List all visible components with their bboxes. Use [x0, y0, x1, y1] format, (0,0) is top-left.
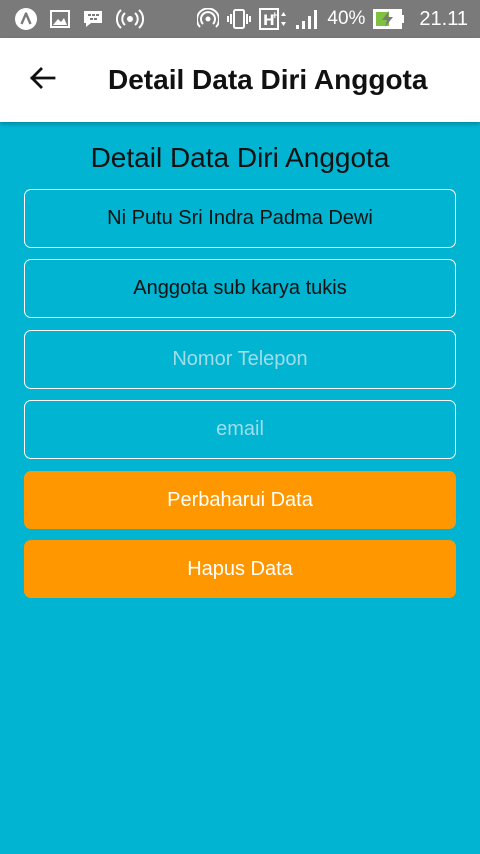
- svg-text:+: +: [271, 11, 279, 21]
- page-heading: Detail Data Diri Anggota: [90, 142, 390, 173]
- phone-field: [24, 330, 456, 389]
- battery-charging-icon: [373, 8, 405, 30]
- app-bar: Detail Data Diri Anggota: [0, 38, 480, 122]
- name-input[interactable]: [25, 190, 455, 247]
- image-icon: [50, 10, 70, 28]
- email-field: [24, 400, 456, 459]
- hplus-network-icon: H +: [259, 8, 287, 30]
- main-content: Detail Data Diri Anggota Perbaharui Data…: [0, 122, 480, 854]
- hotspot-icon: [116, 9, 144, 29]
- role-input[interactable]: [25, 260, 455, 317]
- delete-data-button[interactable]: Hapus Data: [24, 540, 456, 598]
- status-bar-left: [14, 7, 144, 31]
- app-notification-icon: [14, 7, 38, 31]
- nfc-icon: [197, 8, 220, 30]
- email-input[interactable]: [25, 401, 455, 458]
- update-data-button[interactable]: Perbaharui Data: [24, 471, 456, 529]
- status-time: 21.11: [419, 7, 468, 30]
- back-button[interactable]: [22, 62, 62, 98]
- bbm-icon: [82, 9, 104, 29]
- status-bar-right: H + 40% 21.11: [197, 7, 468, 31]
- arrow-back-icon: [28, 66, 56, 95]
- vibrate-icon: [227, 8, 252, 30]
- status-bar: H + 40% 21.11: [0, 0, 480, 38]
- name-field: [24, 189, 456, 248]
- phone-input[interactable]: [25, 331, 455, 388]
- role-field: [24, 259, 456, 318]
- signal-icon: [295, 8, 319, 30]
- battery-percent: 40%: [327, 8, 366, 29]
- app-bar-title: Detail Data Diri Anggota: [108, 64, 428, 95]
